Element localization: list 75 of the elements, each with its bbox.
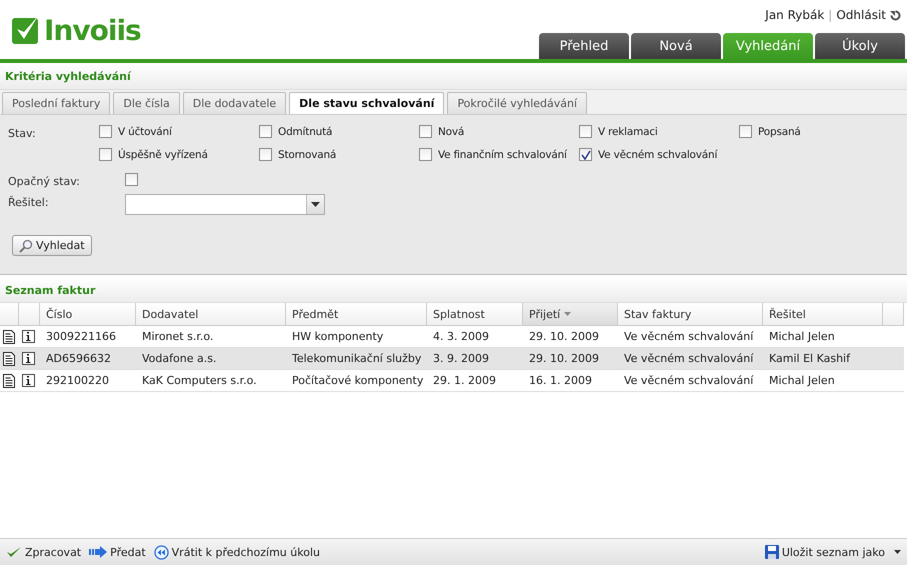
checkbox[interactable] [579, 148, 592, 161]
table-cell: Telekomunikační služby [286, 348, 427, 370]
column-header[interactable]: Předmět [286, 303, 427, 326]
nav-tab[interactable]: Nová [631, 33, 721, 59]
toolbar-button[interactable]: Vrátit k předchozímu úkolu [154, 544, 320, 560]
rewind-icon [154, 544, 169, 560]
solver-dropdown[interactable] [125, 194, 325, 215]
column-header[interactable]: Přijetí [523, 303, 618, 326]
search-tab[interactable]: Poslední faktury [2, 92, 110, 114]
checkbox[interactable] [99, 148, 112, 161]
checkbox[interactable] [579, 125, 592, 138]
document-icon[interactable] [3, 374, 15, 388]
search-tab[interactable]: Pokročilé vyhledávání [447, 92, 588, 114]
column-header[interactable]: Řešitel [763, 303, 883, 326]
table-cell: Ve věcném schvalování [618, 348, 763, 370]
search-button[interactable]: Vyhledat [12, 235, 92, 256]
table-cell: Vodafone a.s. [136, 348, 286, 370]
logo-text: Invoiis [44, 14, 141, 47]
checkbox[interactable] [419, 148, 432, 161]
nav-tab[interactable]: Přehled [539, 33, 629, 59]
checkbox[interactable] [125, 173, 138, 186]
sort-icon [564, 312, 572, 316]
checkbox-label: Úspěšně vyřízená [118, 148, 208, 160]
section-title: Seznam faktur [5, 284, 96, 296]
logo-icon [12, 16, 40, 46]
save-list-button[interactable]: Uložit seznam jako [764, 545, 901, 559]
table-cell: AD6596632 [40, 348, 136, 370]
checkbox-label: Ve finančním schvalování [438, 148, 567, 160]
document-icon[interactable] [3, 352, 15, 366]
user-name: Jan Rybák [765, 8, 824, 22]
checkbox[interactable] [99, 125, 112, 138]
info-icon[interactable] [22, 374, 35, 387]
checkbox-label: Nová [438, 126, 464, 138]
checkbox[interactable] [419, 125, 432, 138]
table-header-cell [19, 303, 40, 326]
caret-icon [311, 202, 320, 208]
table-cell: 29. 10. 2009 [523, 348, 618, 370]
column-header[interactable]: Číslo [40, 303, 136, 326]
checkbox[interactable] [739, 125, 752, 138]
table-cell: Kamil El Kashif [763, 348, 883, 370]
toolbar-button[interactable]: Zpracovat [6, 544, 82, 560]
separator: | [828, 8, 832, 22]
checkbox-label: Stornovaná [278, 148, 336, 160]
toolbar-button[interactable]: Předat [89, 544, 146, 560]
column-header[interactable]: Dodavatel [136, 303, 286, 326]
checkbox[interactable] [259, 125, 272, 138]
logout-icon [890, 10, 901, 20]
nav-tab[interactable]: Úkoly [815, 33, 905, 59]
caret-icon [894, 550, 901, 554]
table-cell [883, 348, 904, 370]
search-tab[interactable]: Dle čísla [113, 92, 180, 114]
search-icon [19, 238, 33, 252]
checkbox-label: V reklamaci [598, 126, 658, 138]
checkbox-label: Ve věcném schvalování [598, 148, 718, 160]
arrow-right-icon [89, 546, 108, 558]
table-header-cell [883, 303, 904, 326]
info-icon[interactable] [22, 352, 35, 365]
table-header-cell [0, 303, 19, 326]
field-label: Opačný stav: [8, 174, 81, 188]
field-label: Stav: [8, 126, 37, 142]
checkbox-label: Popsaná [758, 126, 801, 138]
info-icon[interactable] [22, 330, 35, 343]
column-header[interactable]: Stav faktury [618, 303, 763, 326]
check-icon [6, 546, 22, 558]
section-title: Kritéria vyhledávání [5, 70, 131, 82]
search-tab[interactable]: Dle stavu schvalování [289, 92, 444, 114]
checkbox-label: Odmítnutá [278, 126, 332, 138]
field-label: Řešitel: [8, 194, 50, 211]
logout-link[interactable]: Odhlásit [836, 8, 886, 22]
column-header[interactable]: Splatnost [427, 303, 523, 326]
checkbox[interactable] [259, 148, 272, 161]
document-icon[interactable] [3, 330, 15, 344]
search-tab[interactable]: Dle dodavatele [182, 92, 286, 114]
checkbox-label: V účtování [118, 126, 172, 138]
table-cell: 3. 9. 2009 [427, 348, 523, 370]
